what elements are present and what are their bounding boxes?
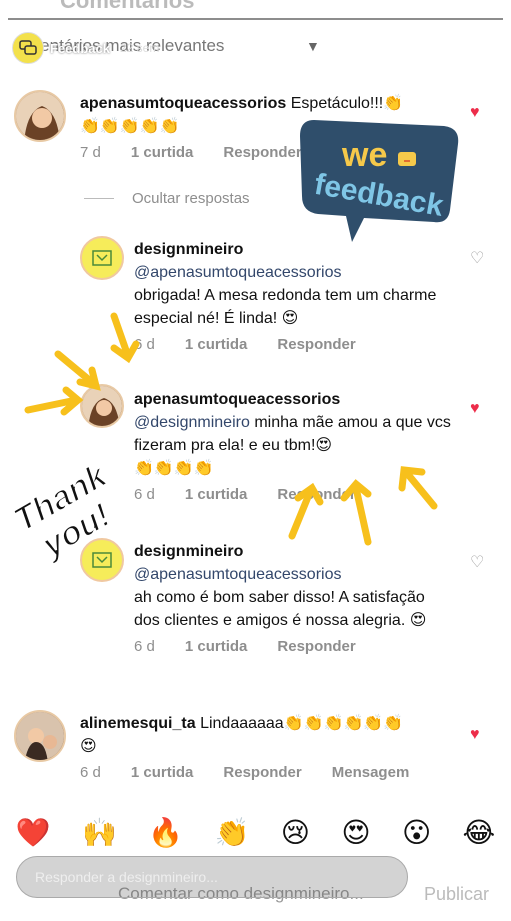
ghost-comments-header: Comentários <box>60 0 195 13</box>
mention-link[interactable]: @apenasumtoqueacessorios <box>134 264 341 281</box>
comment-time: 6 d <box>134 486 155 503</box>
more-options-icon[interactable]: ••• <box>466 38 493 58</box>
reply-button[interactable]: Responder <box>277 638 355 655</box>
emoji-clap-button[interactable]: 👏 <box>214 816 249 849</box>
sticker-we-text: we <box>341 136 387 174</box>
like-count-button[interactable]: 1 curtida <box>131 764 194 781</box>
profile-photo-icon <box>16 92 64 140</box>
heart-icon[interactable]: ♥ <box>470 104 480 122</box>
comment-time: 6 d <box>80 764 101 781</box>
thank-you-sticker: Thank you! <box>10 455 118 567</box>
comment-username[interactable]: apenasumtoqueacessorios <box>80 95 286 112</box>
emoji-fire-button[interactable]: 🔥 <box>148 816 183 849</box>
emoji-raised-hands-button[interactable]: 🙌 <box>82 816 117 849</box>
mention-link[interactable]: @apenasumtoqueacessorios <box>134 566 341 583</box>
emoji-cry-button[interactable]: 😢 <box>281 816 310 849</box>
send-icon[interactable] <box>466 862 490 886</box>
comment-time: 7 d <box>80 144 101 161</box>
heart-outline-icon[interactable]: ♡ <box>470 248 484 268</box>
comment-text: obrigada! A mesa redonda tem um charme e… <box>134 287 437 327</box>
like-story-icon[interactable]: ♡ <box>424 862 446 891</box>
comment-meta: 6 d 1 curtida Responder <box>134 336 454 353</box>
story-progress-bar <box>8 18 503 20</box>
reply-input-placeholder: Responder a designmineiro... <box>35 869 218 885</box>
comment-text: ah como é bom saber disso! A satisfação … <box>134 589 427 629</box>
message-button[interactable]: Mensagem <box>332 764 410 781</box>
like-count-button[interactable]: 1 curtida <box>185 486 248 503</box>
comment-username[interactable]: alinemesqui_ta <box>80 715 196 732</box>
heart-outline-icon[interactable]: ♡ <box>470 552 484 572</box>
comment-username[interactable]: designmineiro <box>134 241 243 258</box>
comment-username[interactable]: apenasumtoqueacessorios <box>134 391 340 408</box>
designmineiro-logo-icon <box>92 250 112 266</box>
comment-item: designmineiro @apenasumtoqueacessorios a… <box>134 540 454 655</box>
comment-username[interactable]: designmineiro <box>134 543 243 560</box>
hide-replies-button[interactable]: Ocultar respostas <box>84 190 250 207</box>
comment-item: designmineiro @apenasumtoqueacessorios o… <box>134 238 454 353</box>
emoji-wow-button[interactable]: 😮 <box>402 816 431 849</box>
emoji-laugh-button[interactable]: 😂 <box>463 816 496 849</box>
emoji-heart-button[interactable]: ❤️ <box>16 816 51 849</box>
story-header: Feedback 22 sem <box>12 30 499 66</box>
reply-button[interactable]: Responder <box>223 144 301 161</box>
arrow-sticker-right <box>288 466 438 546</box>
chat-bubbles-icon <box>19 40 37 55</box>
reply-button[interactable]: Responder <box>223 764 301 781</box>
profile-photo-icon <box>16 712 64 760</box>
emoji-heart-eyes-button[interactable]: 😍 <box>341 816 370 849</box>
story-account-name[interactable]: Feedback <box>50 41 110 56</box>
divider <box>84 198 114 199</box>
comment-meta: 6 d 1 curtida Responder Mensagem <box>80 764 455 781</box>
play-icon[interactable] <box>437 38 455 58</box>
story-avatar[interactable] <box>12 32 44 64</box>
mention-link[interactable]: @designmineiro <box>134 414 250 431</box>
comment-text: Lindaaaaaa👏👏👏👏👏👏 <box>200 715 404 732</box>
heart-icon[interactable]: ♥ <box>470 400 480 418</box>
like-count-button[interactable]: 1 curtida <box>185 336 248 353</box>
comment-meta: 6 d 1 curtida Responder <box>134 638 454 655</box>
we-feedback-sticker: we feedback <box>300 120 459 242</box>
reply-input[interactable]: Responder a designmineiro... <box>16 856 408 898</box>
comment-text: Espetáculo!!!👏 <box>290 95 404 112</box>
comment-text-cont: 😍 <box>80 738 97 755</box>
avatar[interactable] <box>80 236 124 280</box>
comment-time: 6 d <box>134 638 155 655</box>
heart-icon[interactable]: ♥ <box>470 726 480 744</box>
comment-item: alinemesqui_ta Lindaaaaaa👏👏👏👏👏👏 😍 6 d 1 … <box>80 712 455 781</box>
hide-replies-label: Ocultar respostas <box>132 190 250 207</box>
story-time: 22 sem <box>119 41 160 55</box>
reply-button[interactable]: Responder <box>277 336 355 353</box>
emoji-quick-bar: ❤️ 🙌 🔥 👏 😢 😍 😮 😂 <box>0 806 511 858</box>
avatar[interactable] <box>14 710 66 762</box>
arrow-sticker-left <box>24 312 140 416</box>
like-count-button[interactable]: 1 curtida <box>185 638 248 655</box>
like-count-button[interactable]: 1 curtida <box>131 144 194 161</box>
avatar[interactable] <box>14 90 66 142</box>
